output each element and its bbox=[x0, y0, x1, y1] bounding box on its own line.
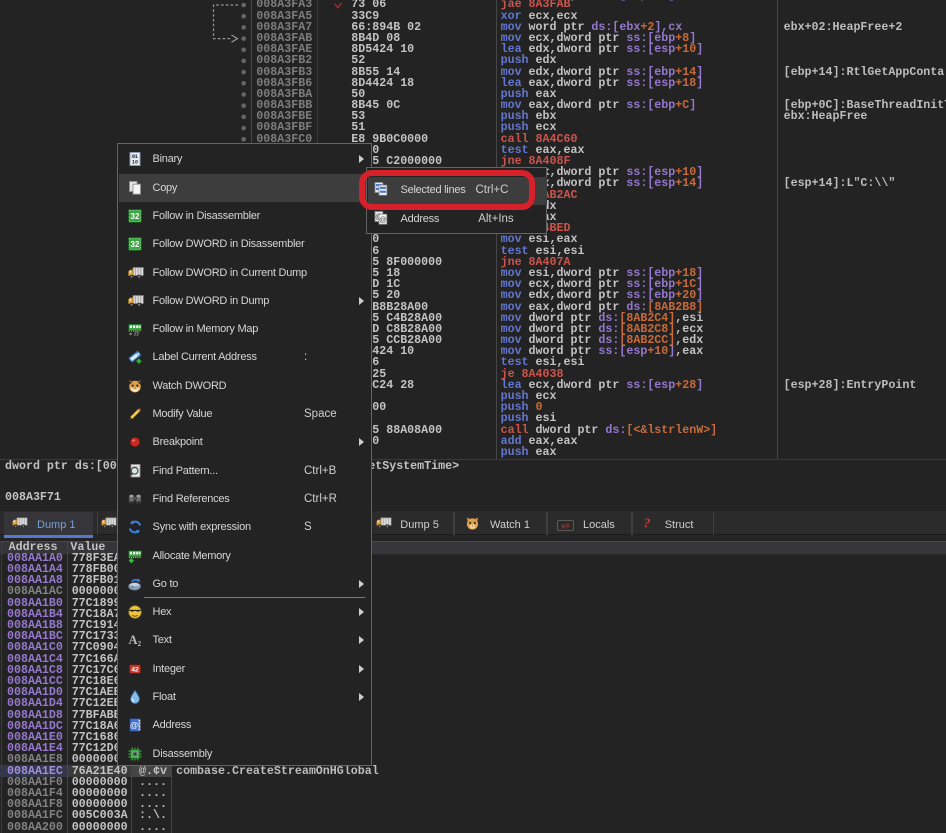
svg-text:@: @ bbox=[379, 215, 387, 224]
svg-text:?: ? bbox=[644, 516, 651, 530]
svg-text:A: A bbox=[129, 633, 138, 647]
svg-text:@: @ bbox=[130, 720, 139, 730]
svg-text:32: 32 bbox=[131, 212, 140, 221]
svg-text:x=: x= bbox=[561, 523, 571, 531]
svg-text:2: 2 bbox=[138, 640, 142, 647]
svg-text:10: 10 bbox=[132, 160, 138, 166]
svg-text:32: 32 bbox=[131, 240, 140, 249]
svg-text:@: @ bbox=[133, 332, 139, 336]
svg-text:42: 42 bbox=[131, 666, 139, 673]
